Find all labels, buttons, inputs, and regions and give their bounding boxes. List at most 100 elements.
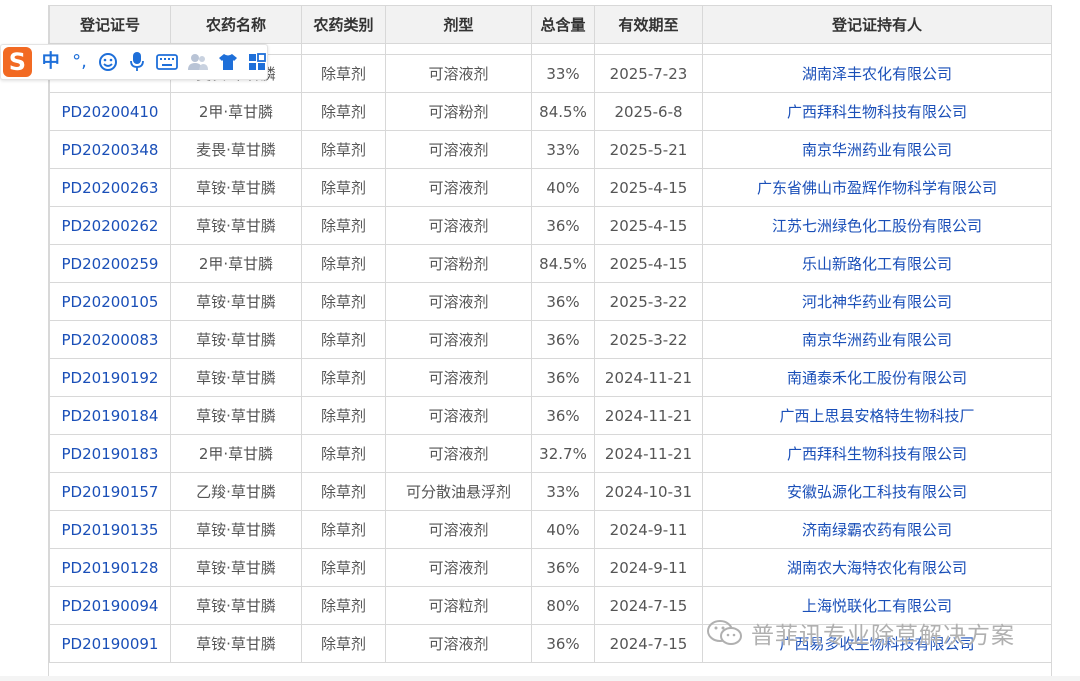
holder-link[interactable]: 乐山新路化工有限公司 <box>802 255 952 273</box>
reg-no-cell: PD20190157 <box>49 472 171 511</box>
reg-no-link[interactable]: PD20190091 <box>62 635 159 653</box>
reg-no-link[interactable]: PD20200348 <box>62 141 159 159</box>
header-content: 总含量 <box>531 5 595 44</box>
content-cell: 32.7% <box>531 434 595 473</box>
reg-no-link[interactable]: PD20200259 <box>62 255 159 273</box>
holder-link[interactable]: 南京华洲药业有限公司 <box>802 141 952 159</box>
grid-icon[interactable] <box>247 47 267 77</box>
shirt-icon[interactable] <box>218 47 238 77</box>
holder-link[interactable]: 湖南农大海特农化有限公司 <box>787 559 967 577</box>
formulation-cell: 可溶液剂 <box>385 624 532 663</box>
ime-mode-toggle[interactable]: 中 <box>41 47 61 77</box>
table-row: PD20190184 草铵·草甘膦 除草剂 可溶液剂 36% 2024-11-21 广西上思… <box>49 396 1051 435</box>
holder-link[interactable]: 广西上思县安格特生物科技厂 <box>779 407 974 425</box>
reg-no-cell: PD20200263 <box>49 168 171 207</box>
reg-no-link[interactable]: PD20190192 <box>62 369 159 387</box>
formulation-cell: 可溶液剂 <box>385 130 532 169</box>
holder-link[interactable]: 广西拜科生物科技有限公司 <box>787 445 967 463</box>
category-cell: 除草剂 <box>301 510 386 549</box>
category-cell: 除草剂 <box>301 548 386 587</box>
reg-no-cell: PD20200259 <box>49 244 171 283</box>
expiry-cell: 2025-6-8 <box>594 92 703 131</box>
expiry-cell: 2025-3-22 <box>594 282 703 321</box>
holder-cell: 南通泰禾化工股份有限公司 <box>702 358 1051 397</box>
reg-no-link[interactable]: PD20200105 <box>62 293 159 311</box>
holder-cell: 南京华洲药业有限公司 <box>702 320 1051 359</box>
pesticide-name-cell: 乙羧·草甘膦 <box>170 472 302 511</box>
expiry-cell: 2025-7-23 <box>594 54 703 93</box>
reg-no-cell: PD20200348 <box>49 130 171 169</box>
expiry-cell: 2025-4-15 <box>594 168 703 207</box>
table-body: PD20200431麦畏·草甘膦除草剂可溶液剂33%2025-7-23湖南泽丰农… <box>49 54 1051 663</box>
reg-no-cell: PD20200083 <box>49 320 171 359</box>
holder-cell: 湖南泽丰农化有限公司 <box>702 54 1051 93</box>
category-cell: 除草剂 <box>301 358 386 397</box>
reg-no-link[interactable]: PD20200263 <box>62 179 159 197</box>
table-row: PD20200263 草铵·草甘膦 除草剂 可溶液剂 40% 2025-4-15 广东省佛山… <box>49 168 1051 207</box>
holder-link[interactable]: 湖南泽丰农化有限公司 <box>802 65 952 83</box>
pesticide-name-cell: 2甲·草甘膦 <box>170 434 302 473</box>
holder-cell: 济南绿霸农药有限公司 <box>702 510 1051 549</box>
pesticide-name-cell: 2甲·草甘膦 <box>170 244 302 283</box>
reg-no-link[interactable]: PD20190135 <box>62 521 159 539</box>
holder-cell: 湖南农大海特农化有限公司 <box>702 548 1051 587</box>
reg-no-link[interactable]: PD20200262 <box>62 217 159 235</box>
holder-link[interactable]: 济南绿霸农药有限公司 <box>802 521 952 539</box>
ime-punctuation-toggle[interactable]: °, <box>70 47 90 77</box>
reg-no-link[interactable]: PD20190184 <box>62 407 159 425</box>
expiry-cell: 2025-4-15 <box>594 206 703 245</box>
category-cell: 除草剂 <box>301 434 386 473</box>
reg-no-link[interactable]: PD20190157 <box>62 483 159 501</box>
holder-link[interactable]: 上海悦联化工有限公司 <box>802 597 952 615</box>
formulation-cell: 可溶液剂 <box>385 358 532 397</box>
holder-link[interactable]: 广东省佛山市盈辉作物科学有限公司 <box>757 179 997 197</box>
keyboard-icon[interactable] <box>156 47 179 77</box>
ime-logo[interactable]: S <box>3 47 32 77</box>
microphone-icon[interactable] <box>127 47 147 77</box>
holder-link[interactable]: 安徽弘源化工科技有限公司 <box>787 483 967 501</box>
table-row: PD20190183 2甲·草甘膦 除草剂 可溶液剂 32.7% 2024-11-21 广西… <box>49 434 1051 473</box>
holder-link[interactable]: 江苏七洲绿色化工股份有限公司 <box>772 217 982 235</box>
pesticide-name-cell: 草铵·草甘膦 <box>170 586 302 625</box>
table-row: PD20200259 2甲·草甘膦 除草剂 可溶粉剂 84.5% 2025-4-15 乐山新… <box>49 244 1051 283</box>
content-cell: 80% <box>531 586 595 625</box>
table-row: PD20200262 草铵·草甘膦 除草剂 可溶液剂 36% 2025-4-15 江苏七洲绿… <box>49 206 1051 245</box>
table-row: PD20200410 2甲·草甘膦 除草剂 可溶粉剂 84.5% 2025-6-8 广西拜科… <box>49 92 1051 131</box>
formulation-cell: 可溶粉剂 <box>385 92 532 131</box>
content-cell: 84.5% <box>531 92 595 131</box>
holder-cell: 广西拜科生物科技有限公司 <box>702 434 1051 473</box>
content-cell: 36% <box>531 396 595 435</box>
watermark-text: 普菲讯专业除草解决方案 <box>751 623 1015 649</box>
reg-no-link[interactable]: PD20190183 <box>62 445 159 463</box>
reg-no-link[interactable]: PD20190128 <box>62 559 159 577</box>
content-cell: 33% <box>531 130 595 169</box>
users-icon[interactable] <box>187 47 209 77</box>
reg-no-cell: PD20200262 <box>49 206 171 245</box>
pesticide-name-cell: 草铵·草甘膦 <box>170 510 302 549</box>
holder-link[interactable]: 南京华洲药业有限公司 <box>802 331 952 349</box>
reg-no-link[interactable]: PD20200083 <box>62 331 159 349</box>
holder-cell: 安徽弘源化工科技有限公司 <box>702 472 1051 511</box>
reg-no-cell: PD20190094 <box>49 586 171 625</box>
category-cell: 除草剂 <box>301 624 386 663</box>
holder-link[interactable]: 河北神华药业有限公司 <box>802 293 952 311</box>
content-cell: 36% <box>531 624 595 663</box>
pesticide-name-cell: 麦畏·草甘膦 <box>170 130 302 169</box>
pesticide-name-cell: 2甲·草甘膦 <box>170 92 302 131</box>
header-holder: 登记证持有人 <box>702 5 1051 44</box>
holder-link[interactable]: 广西拜科生物科技有限公司 <box>787 103 967 121</box>
reg-no-cell: PD20190184 <box>49 396 171 435</box>
category-cell: 除草剂 <box>301 54 386 93</box>
expiry-cell: 2024-9-11 <box>594 510 703 549</box>
pesticide-name-cell: 草铵·草甘膦 <box>170 358 302 397</box>
holder-cell: 广西上思县安格特生物科技厂 <box>702 396 1051 435</box>
expiry-cell: 2024-10-31 <box>594 472 703 511</box>
expiry-cell: 2025-5-21 <box>594 130 703 169</box>
smiley-icon[interactable] <box>98 47 118 77</box>
ime-toolbar[interactable]: S 中 °, <box>0 44 268 80</box>
reg-no-link[interactable]: PD20200410 <box>62 103 159 121</box>
expiry-cell: 2024-9-11 <box>594 548 703 587</box>
holder-link[interactable]: 南通泰禾化工股份有限公司 <box>787 369 967 387</box>
expiry-cell: 2024-11-21 <box>594 434 703 473</box>
reg-no-link[interactable]: PD20190094 <box>62 597 159 615</box>
